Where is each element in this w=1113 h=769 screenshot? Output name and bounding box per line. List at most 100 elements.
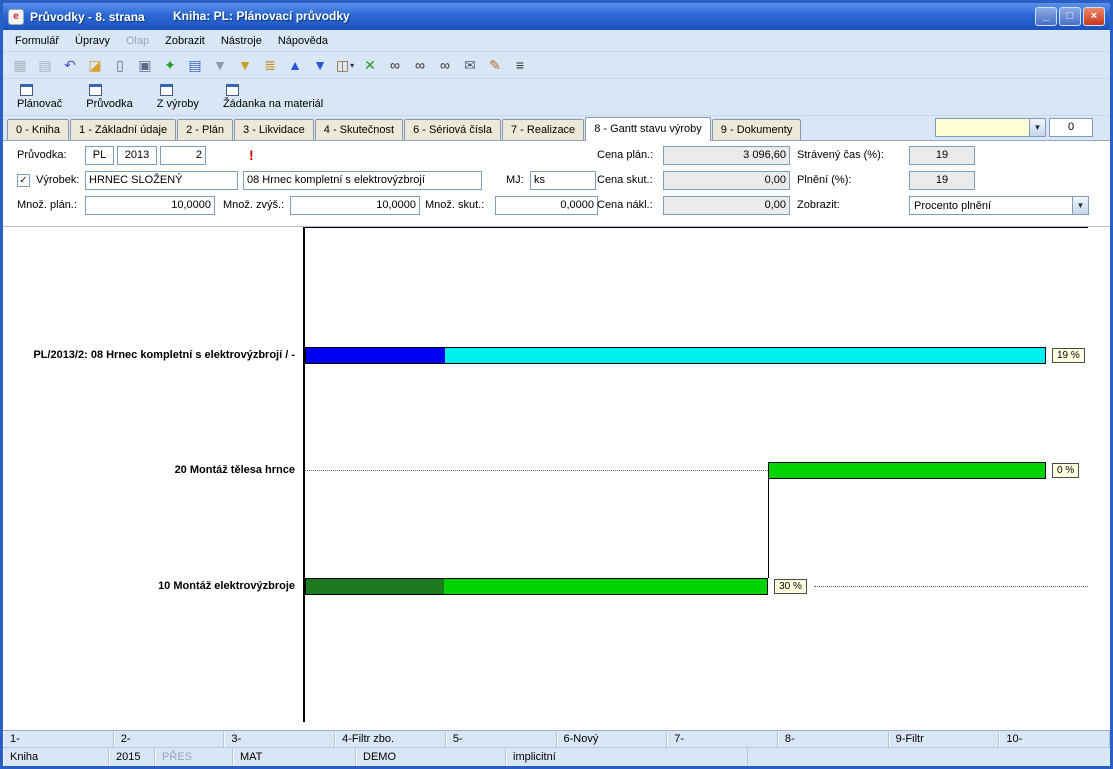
notes-icon[interactable]: ✎ xyxy=(484,54,506,76)
fkey-6[interactable]: 6-Nový xyxy=(557,731,668,747)
chevron-down-icon[interactable]: ▼ xyxy=(1029,119,1045,136)
gantt-row-label: 10 Montáž elektrovýzbroje xyxy=(3,580,295,593)
minimize-button[interactable]: _ xyxy=(1035,7,1057,26)
lock-icon[interactable]: ✦ xyxy=(159,54,181,76)
restore-button[interactable]: □ xyxy=(1059,7,1081,26)
package-icon[interactable]: ◫▾ xyxy=(334,54,356,76)
vyrobek-name-field[interactable]: 08 Hrnec kompletní s elektrovýzbrojí xyxy=(243,171,482,190)
fkey-10[interactable]: 10- xyxy=(999,731,1110,747)
fkey-bar: 1-2-3-4-Filtr zbo.5-6-Nový7-8-9-Filtr10- xyxy=(3,730,1110,747)
tab-filter-combo[interactable]: ▼ xyxy=(935,118,1046,137)
tab-dokumenty[interactable]: 9 - Dokumenty xyxy=(712,119,802,140)
form-icon xyxy=(20,84,33,96)
binoculars-book-icon[interactable]: ∞ xyxy=(409,54,431,76)
fkey-1[interactable]: 1- xyxy=(3,731,114,747)
tab-likvidace[interactable]: 3 - Likvidace xyxy=(234,119,314,140)
arrow-down-icon[interactable]: ▼ xyxy=(309,54,331,76)
arrow-up-icon[interactable]: ▲ xyxy=(284,54,306,76)
zobrazit-label: Zobrazit: xyxy=(797,196,840,215)
tab-gantt-stavu-vyroby[interactable]: 8 - Gantt stavu výroby xyxy=(585,117,711,141)
gantt-row-label: 20 Montáž tělesa hrnce xyxy=(3,464,295,477)
pruvodka-label: Průvodka: xyxy=(17,146,67,165)
tab-seriova-cisla[interactable]: 6 - Sériová čísla xyxy=(404,119,501,140)
status-cell-pres: PŘES xyxy=(155,748,233,766)
tab-realizace[interactable]: 7 - Realizace xyxy=(502,119,584,140)
fkey-7[interactable]: 7- xyxy=(667,731,778,747)
straveny-cas-label: Strávený čas (%): xyxy=(797,146,884,165)
zadanka-na-material-button[interactable]: Žádanka na materiál xyxy=(219,82,333,112)
gantt-bar-segment-done xyxy=(306,579,444,594)
fkey-9[interactable]: 9-Filtr xyxy=(889,731,1000,747)
action-toolbar: Plánovač Průvodka Z výroby Žádanka na mater… xyxy=(3,79,1110,116)
fkey-5[interactable]: 5- xyxy=(446,731,557,747)
cancel-icon[interactable]: ✕ xyxy=(359,54,381,76)
menu-olap: Olap xyxy=(118,32,157,50)
mnoz-skut-label: Množ. skut.: xyxy=(425,196,484,215)
filter-edit-icon[interactable]: ▼ xyxy=(234,54,256,76)
gantt-canvas: 19 %0 %30 % xyxy=(305,227,1046,730)
pruvodka-book-field[interactable]: PL xyxy=(85,146,114,165)
app-icon: e xyxy=(8,9,24,25)
plneni-field: 19 xyxy=(909,171,975,190)
fkey-4[interactable]: 4-Filtr zbo. xyxy=(335,731,446,747)
mail-icon[interactable]: ✉ xyxy=(459,54,481,76)
planovac-button[interactable]: Plánovač xyxy=(13,82,72,112)
record-count-field[interactable]: 0 xyxy=(1049,118,1093,137)
status-cell-demo: DEMO xyxy=(356,748,506,766)
vyrobek-code-field[interactable]: HRNEC SLOŽENÝ xyxy=(85,171,238,190)
zadanka-na-material-label: Žádanka na materiál xyxy=(223,98,323,110)
zobrazit-combo[interactable]: Procento plnění ▼ xyxy=(909,196,1089,215)
menu-upravy[interactable]: Úpravy xyxy=(67,32,118,50)
menu-napoveda[interactable]: Nápověda xyxy=(270,32,336,50)
tab-plan[interactable]: 2 - Plán xyxy=(177,119,233,140)
open-folder-icon[interactable]: ◪ xyxy=(84,54,106,76)
gantt-bar[interactable] xyxy=(305,347,1046,364)
tab-zakladni-udaje[interactable]: 1 - Základní údaje xyxy=(70,119,176,140)
copy-icon[interactable]: ▣ xyxy=(134,54,156,76)
fkey-2[interactable]: 2- xyxy=(114,731,225,747)
fkey-3[interactable]: 3- xyxy=(224,731,335,747)
binoculars-icon[interactable]: ∞ xyxy=(384,54,406,76)
close-button[interactable]: × xyxy=(1083,7,1105,26)
menu-formular[interactable]: Formulář xyxy=(7,32,67,50)
cena-skut-label: Cena skut.: xyxy=(597,171,653,190)
z-vyroby-label: Z výroby xyxy=(157,98,199,110)
mnoz-zvys-label: Množ. zvýš.: xyxy=(223,196,284,215)
filter-icon[interactable]: ▼ xyxy=(209,54,231,76)
pruvodka-number-field[interactable]: 2 xyxy=(160,146,206,165)
dropdown-caret-icon[interactable]: ▾ xyxy=(350,61,354,70)
menu-nastroje[interactable]: Nástroje xyxy=(213,32,270,50)
fkey-8[interactable]: 8- xyxy=(778,731,889,747)
gantt-percent-label: 30 % xyxy=(774,579,807,594)
mnoz-plan-field[interactable]: 10,0000 xyxy=(85,196,215,215)
gantt-bar[interactable] xyxy=(305,578,768,595)
vyrobek-checkbox[interactable]: ✓ xyxy=(17,174,30,187)
mj-field[interactable]: ks xyxy=(530,171,596,190)
book-icon[interactable]: ▤ xyxy=(184,54,206,76)
status-cell-year: 2015 xyxy=(109,748,155,766)
cena-skut-field: 0,00 xyxy=(663,171,790,190)
gantt-bar-segment-planned xyxy=(444,579,767,594)
layers-icon[interactable]: ≣ xyxy=(259,54,281,76)
menu-bar: FormulářÚpravyOlapZobrazitNástrojeNápově… xyxy=(3,30,1110,52)
menu-zobrazit[interactable]: Zobrazit xyxy=(157,32,213,50)
tab-skutecnost[interactable]: 4 - Skutečnost xyxy=(315,119,403,140)
pruvodka-button[interactable]: Průvodka xyxy=(82,82,142,112)
new-document-icon[interactable]: ▯ xyxy=(109,54,131,76)
toolbar: ▦▤↶◪▯▣✦▤▼▼≣▲▼◫▾✕∞∞∞✉✎≡ xyxy=(3,52,1110,79)
chevron-down-icon[interactable]: ▼ xyxy=(1072,197,1088,214)
cena-plan-label: Cena plán.: xyxy=(597,146,653,165)
mnoz-zvys-field[interactable]: 10,0000 xyxy=(290,196,420,215)
gantt-chart: 19 %0 %30 % PL/2013/2: 08 Hrnec kompletn… xyxy=(3,227,1110,730)
z-vyroby-button[interactable]: Z výroby xyxy=(153,82,209,112)
pruvodka-year-field[interactable]: 2013 xyxy=(117,146,157,165)
undo-icon[interactable]: ↶ xyxy=(59,54,81,76)
gantt-bar[interactable] xyxy=(768,462,1046,479)
binoculars-next-icon[interactable]: ∞ xyxy=(434,54,456,76)
check-icon: ✓ xyxy=(19,175,27,186)
gantt-bar-segment-planned xyxy=(769,463,1045,478)
tab-kniha[interactable]: 0 - Kniha xyxy=(7,119,69,140)
list-icon[interactable]: ≡ xyxy=(509,54,531,76)
save-all-icon: ▤ xyxy=(34,54,56,76)
tab-strip: 0 - Kniha1 - Základní údaje2 - Plán3 - L… xyxy=(7,117,802,140)
